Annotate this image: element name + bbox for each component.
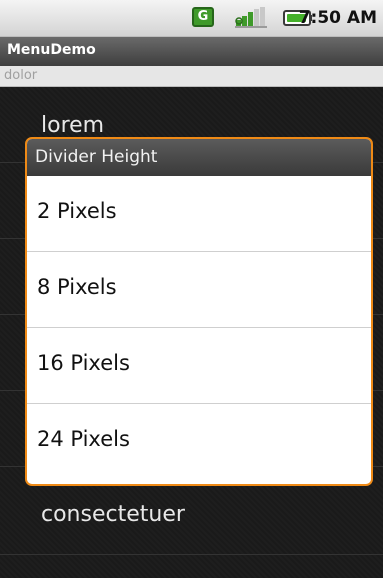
option-label: 2 Pixels	[37, 199, 117, 223]
dialog-title: Divider Height	[35, 147, 158, 167]
option-label: 16 Pixels	[37, 351, 130, 375]
divider-height-dialog: Divider Height 2 Pixels 8 Pixels 16 Pixe…	[25, 137, 373, 486]
list-item-label: lorem	[41, 113, 105, 138]
status-bar: G 7:50 AM	[0, 0, 383, 37]
list-item[interactable]: consectetuer	[0, 479, 383, 555]
app-title: MenuDemo	[7, 42, 96, 58]
option-24-pixels[interactable]: 24 Pixels	[27, 404, 371, 480]
android-screen: G 7:50 AM MenuDemo dolor lorem consectet…	[0, 0, 383, 578]
option-label: 24 Pixels	[37, 427, 130, 451]
option-2-pixels[interactable]: 2 Pixels	[27, 176, 371, 252]
option-8-pixels[interactable]: 8 Pixels	[27, 252, 371, 328]
option-label: 8 Pixels	[37, 275, 117, 299]
text-field-value: dolor	[4, 68, 38, 83]
dialog-title-bar: Divider Height	[27, 139, 371, 176]
option-16-pixels[interactable]: 16 Pixels	[27, 328, 371, 404]
list-item-label: consectetuer	[41, 502, 185, 527]
signal-icon	[235, 7, 267, 28]
g-notification-icon: G	[192, 7, 214, 27]
title-bar: MenuDemo	[0, 37, 383, 66]
status-time: 7:50 AM	[298, 8, 377, 28]
text-field[interactable]: dolor	[0, 66, 383, 87]
